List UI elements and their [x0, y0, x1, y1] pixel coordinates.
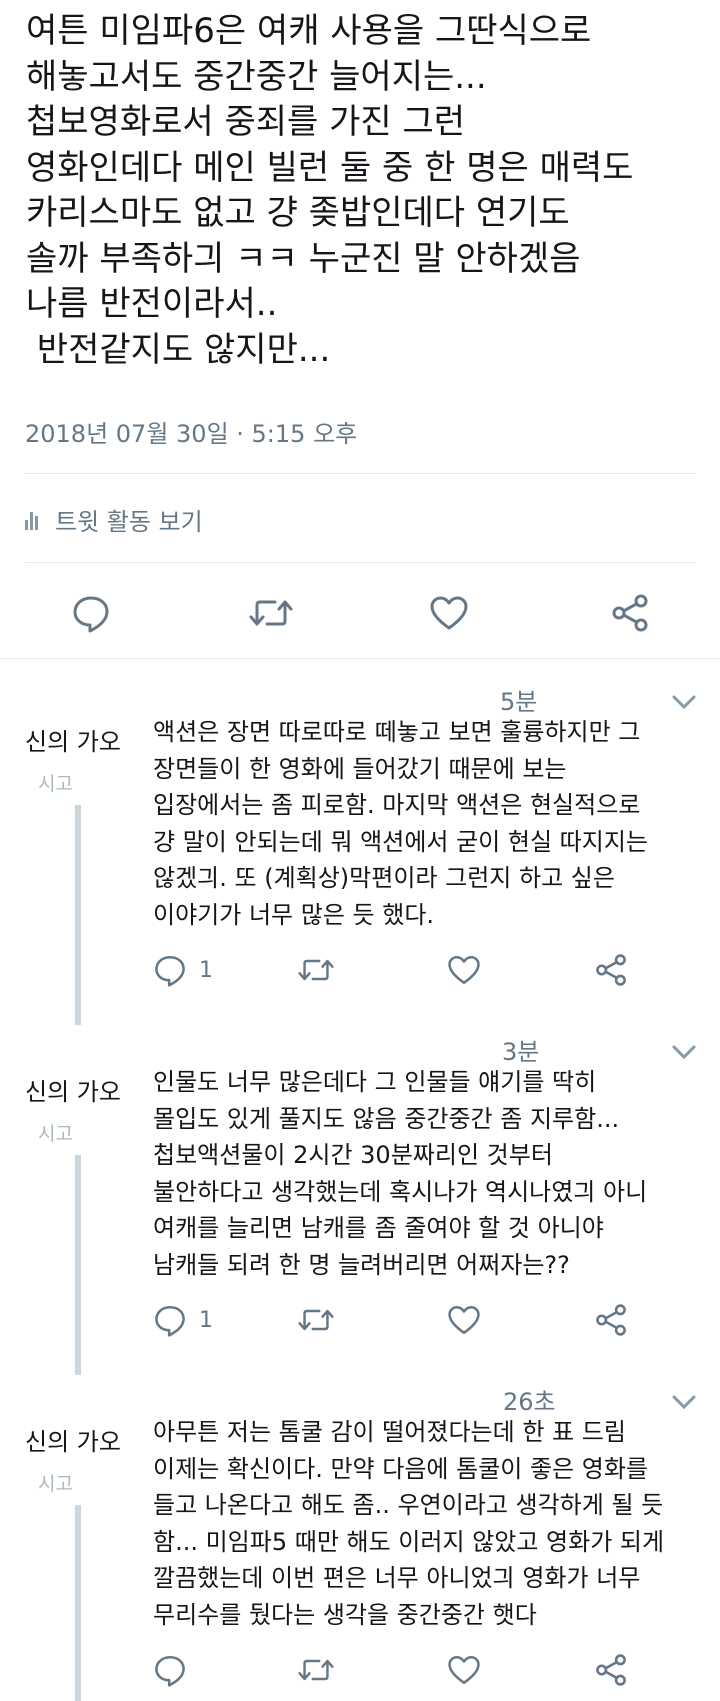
reply-text-line: 이야기가 너무 많은 듯 했다. [153, 900, 435, 929]
reply-text-line: 장면들이 한 영화에 들어갔기 때문에 보는 [153, 754, 567, 783]
share-icon [596, 1304, 626, 1336]
chevron-down-icon[interactable] [670, 1392, 698, 1412]
reply-button[interactable] [153, 1650, 199, 1690]
reply-action-bar: 1 [0, 950, 720, 990]
reply-item[interactable]: 26초 신의 가오 시고 아무튼 저는 톰쿨 감이 떨어졌다는데 한 표 드림 … [0, 1380, 720, 1701]
tweet-action-bar [0, 583, 720, 643]
reply-text-line: 첩보액션물이 2시간 30분짜리인 것부터 [153, 1141, 553, 1170]
reply-text-line: 아무튼 저는 톰쿨 감이 떨어졌다는데 한 표 드림 [153, 1418, 626, 1446]
retweet-button[interactable] [249, 591, 293, 635]
share-button[interactable] [608, 591, 652, 635]
thread-line [75, 1155, 81, 1375]
like-button[interactable] [447, 950, 481, 990]
section-divider [0, 658, 720, 659]
tweet-text-line: 영화인데다 메인 빌런 둘 중 한 명은 매력도 [26, 147, 634, 188]
tweet-text: 여튼 미임파6은 여캐 사용을 그딴식으로 해놓고서도 중간중간 늘어지는...… [26, 0, 706, 373]
tweet-activity-label: 트윗 활동 보기 [55, 508, 203, 536]
like-button[interactable] [427, 591, 471, 635]
divider [25, 562, 696, 563]
reply-text-line: 않겠긔. 또 (계획상)막편이라 그런지 하고 싶은 [153, 864, 615, 893]
tweet-timestamp[interactable]: 2018년 07월 30일 · 5:15 오후 [25, 414, 357, 449]
reply-author-handle: 시고 [38, 773, 73, 795]
share-icon [612, 594, 648, 632]
reply-author-handle: 시고 [38, 1123, 73, 1145]
reply-text: 아무튼 저는 톰쿨 감이 떨어졌다는데 한 표 드림 이제는 확신이다. 만약 … [153, 1414, 713, 1634]
heart-icon [448, 1305, 480, 1335]
retweet-button[interactable] [298, 950, 334, 990]
reply-author-name[interactable]: 신의 가오 [25, 1422, 121, 1457]
reply-text-line: 무리수를 뒀다는 생각을 중간중간 햇다 [153, 1600, 537, 1629]
reply-text-line: 불안하다고 생각했는데 혹시나가 역시나였긔 아니 [153, 1177, 648, 1206]
like-button[interactable] [447, 1650, 481, 1690]
reply-time: 5분 [500, 688, 538, 716]
share-button[interactable] [594, 950, 628, 990]
reply-text: 액션은 장면 따로따로 떼놓고 보면 훌륭하지만 그 장면들이 한 영화에 들어… [153, 714, 713, 934]
share-button[interactable] [594, 1650, 628, 1690]
share-icon [596, 954, 626, 986]
retweet-icon [298, 1309, 334, 1331]
analytics-icon [25, 510, 47, 530]
reply-text: 인물도 너무 많은데다 그 인물들 얘기를 딱히 몰입도 있게 풀지도 않음 중… [153, 1064, 713, 1284]
reply-text-line: 걍 말이 안되는데 뭐 액션에서 굳이 현실 따지지는 [153, 827, 649, 856]
reply-icon [73, 596, 109, 633]
reply-text-line: 이제는 확신이다. 만약 다음에 톰쿨이 좋은 영화를 [153, 1454, 649, 1483]
reply-action-bar [0, 1650, 720, 1690]
tweet-text-line: 나름 반전이라서.. [26, 284, 278, 324]
reply-text-line: 몰입도 있게 풀지도 않음 중간중간 좀 지루함... [153, 1104, 620, 1133]
reply-count: 1 [199, 1307, 213, 1333]
tweet-text-line: 첩보영화로서 중죄를 가진 그런 [26, 102, 466, 142]
retweet-icon [249, 600, 293, 626]
reply-item[interactable]: 5분 신의 가오 시고 액션은 장면 따로따로 떼놓고 보면 훌륭하지만 그 장… [0, 680, 720, 1030]
heart-icon [448, 955, 480, 985]
reply-text-line: 인물도 너무 많은데다 그 인물들 얘기를 딱히 [153, 1068, 597, 1096]
reply-button[interactable] [69, 591, 113, 635]
chevron-down-icon[interactable] [670, 1042, 698, 1062]
reply-icon [155, 955, 185, 987]
retweet-icon [298, 1659, 334, 1681]
reply-icon [155, 1305, 185, 1337]
reply-author-handle: 시고 [38, 1473, 73, 1495]
tweet-text-line: 반전같지도 않지만... [26, 329, 331, 370]
heart-icon [430, 596, 468, 630]
reply-text-line: 함... 미임파5 때만 해도 이러지 않았고 영화가 되게 [153, 1527, 665, 1556]
reply-author-name[interactable]: 신의 가오 [25, 722, 121, 757]
reply-count: 1 [199, 957, 213, 983]
heart-icon [448, 1655, 480, 1685]
share-icon [596, 1654, 626, 1686]
reply-text-line: 깔끔했는데 이번 편은 너무 아니었긔 영화가 너무 [153, 1564, 641, 1593]
reply-text-line: 입장에서는 좀 피로함. 마지막 액션은 현실적으로 [153, 791, 641, 820]
thread-line [75, 805, 81, 1025]
reply-author-name[interactable]: 신의 가오 [25, 1072, 121, 1107]
divider [25, 473, 696, 474]
tweet-activity-link[interactable]: 트윗 활동 보기 [25, 502, 203, 537]
share-button[interactable] [594, 1300, 628, 1340]
reply-text-line: 액션은 장면 따로따로 떼놓고 보면 훌륭하지만 그 [153, 718, 641, 746]
reply-text-line: 여캐를 늘리면 남캐를 좀 줄여야 할 것 아니야 [153, 1214, 604, 1243]
tweet-text-line: 해놓고서도 중간중간 늘어지는... [26, 56, 487, 97]
chevron-down-icon[interactable] [670, 692, 698, 712]
reply-action-bar: 1 [0, 1300, 720, 1340]
reply-button[interactable]: 1 [153, 950, 213, 990]
like-button[interactable] [447, 1300, 481, 1340]
retweet-button[interactable] [298, 1650, 334, 1690]
reply-button[interactable]: 1 [153, 1300, 213, 1340]
main-tweet: 여튼 미임파6은 여캐 사용을 그딴식으로 해놓고서도 중간중간 늘어지는...… [26, 0, 706, 373]
tweet-text-line: 여튼 미임파6은 여캐 사용을 그딴식으로 [26, 11, 592, 51]
reply-time: 3분 [502, 1038, 540, 1066]
reply-text-line: 들고 나온다고 해도 좀.. 우연이라고 생각하게 될 듯 [153, 1491, 664, 1520]
tweet-text-line: 솔까 부족하긔 ㅋㅋ 누군진 말 안하겠음 [26, 238, 581, 279]
reply-item[interactable]: 3분 신의 가오 시고 인물도 너무 많은데다 그 인물들 얘기를 딱히 몰입도… [0, 1030, 720, 1380]
reply-text-line: 남캐들 되려 한 명 늘려버리면 어쩌자는?? [153, 1250, 570, 1279]
retweet-button[interactable] [298, 1300, 334, 1340]
tweet-text-line: 카리스마도 없고 걍 좆밥인데다 연기도 [26, 193, 570, 233]
retweet-icon [298, 959, 334, 981]
reply-time: 26초 [503, 1388, 556, 1416]
reply-icon [155, 1655, 185, 1687]
